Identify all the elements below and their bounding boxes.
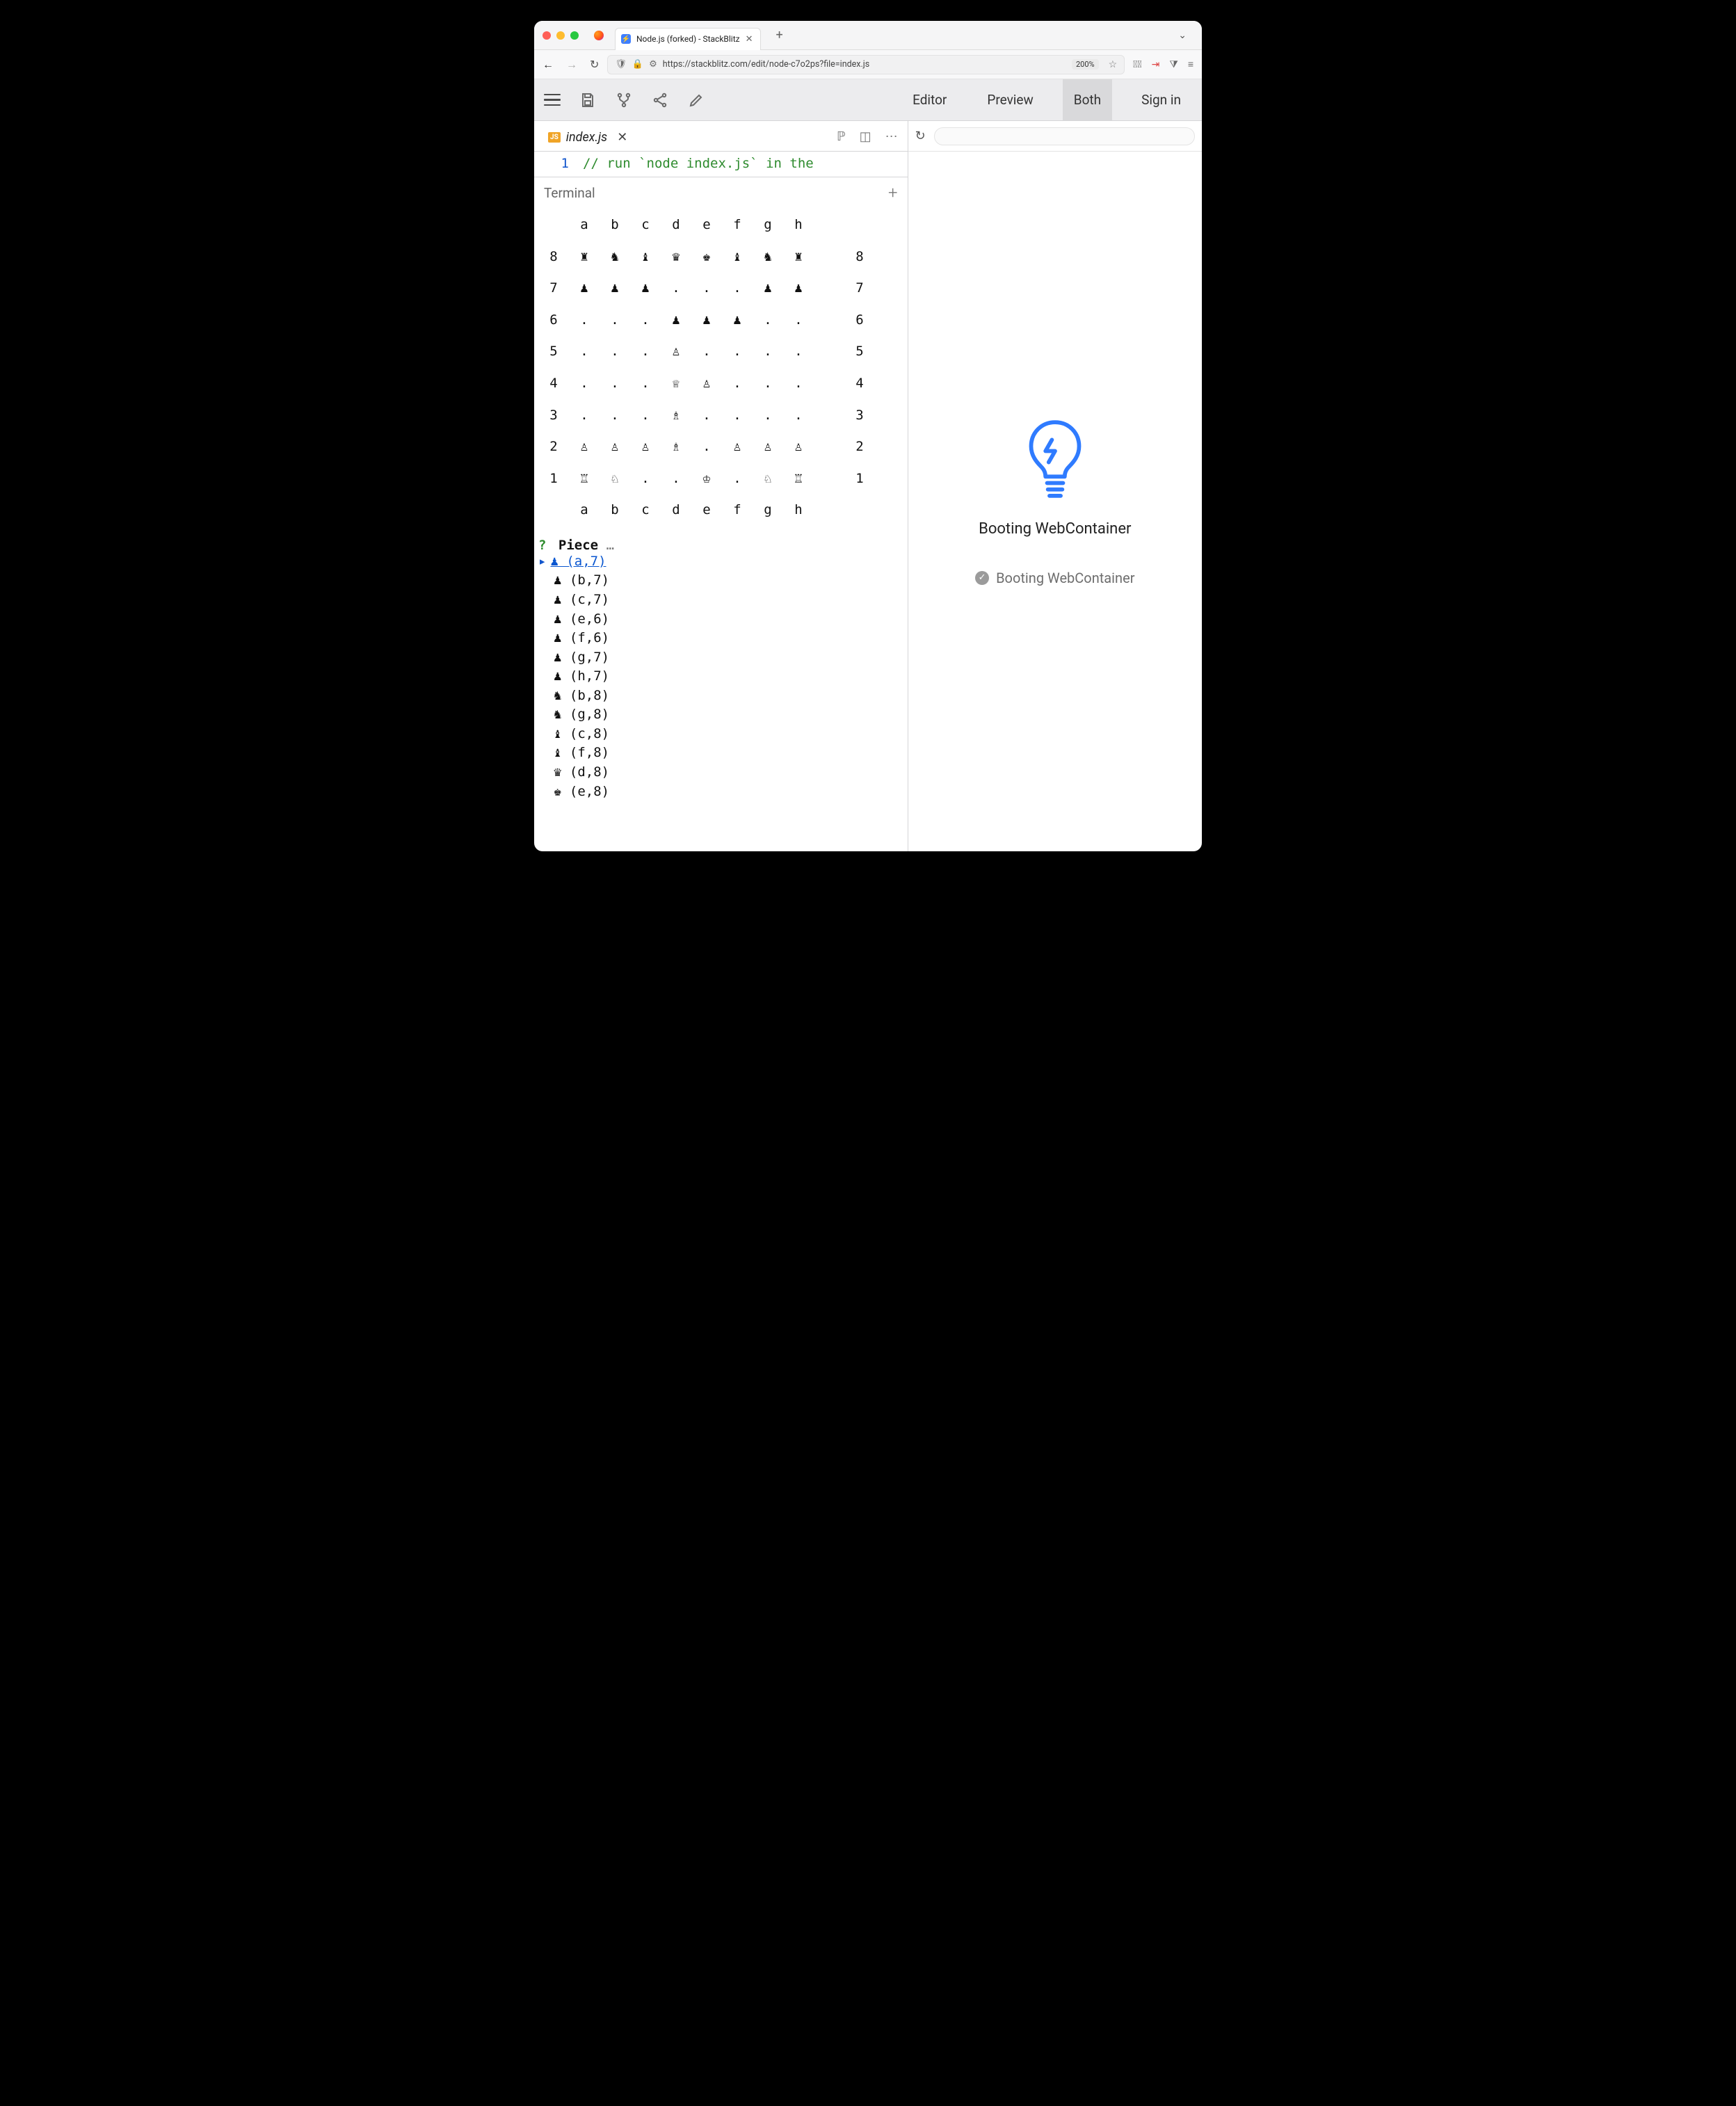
prettier-icon[interactable]: ℙ xyxy=(837,129,846,144)
prompt-label: Piece xyxy=(558,538,598,553)
piece-option[interactable]: ♚ (e,8) xyxy=(538,782,903,802)
reload-button[interactable]: ↻ xyxy=(590,58,599,72)
url-row: ← → ↻ 🛡 🔒 ⚙ https://stackblitz.com/edit/… xyxy=(534,50,1202,79)
app-header: Editor Preview Both Sign in xyxy=(534,79,1202,121)
board-row: 7♟♟♟...♟♟7 xyxy=(538,273,903,305)
boot-heading: Booting WebContainer xyxy=(979,520,1131,538)
board-row: 8♜♞♝♛♚♝♞♜8 xyxy=(538,241,903,273)
lock-icon[interactable]: 🔒 xyxy=(632,59,643,70)
save-icon[interactable] xyxy=(579,91,597,109)
fork-icon[interactable] xyxy=(615,91,633,109)
preview-toolbar: ↻ xyxy=(908,121,1202,152)
preview-pane: ↻ Booting WebContainer ✓ Booting WebCont… xyxy=(908,121,1202,851)
prompt-qmark-icon: ? xyxy=(538,538,546,553)
tab-both[interactable]: Both xyxy=(1063,79,1112,120)
firefox-icon xyxy=(593,29,605,42)
piece-option[interactable]: ♝ (c,8) xyxy=(538,725,903,744)
piece-option[interactable]: ♟ (b,7) xyxy=(538,571,903,590)
pocket-icon[interactable]: ⌄⃝ xyxy=(1133,59,1141,70)
forward-button[interactable]: → xyxy=(566,58,577,72)
menu-icon[interactable]: ≡ xyxy=(1188,58,1194,70)
url-text: https://stackblitz.com/edit/node-c7o2ps?… xyxy=(663,59,869,70)
line-number: 1 xyxy=(534,156,583,171)
tab-editor[interactable]: Editor xyxy=(901,79,958,120)
prompt-line: ? Piece … xyxy=(538,539,903,552)
more-icon[interactable]: ⋯ xyxy=(885,129,898,144)
extensions-icon[interactable]: ⧩ xyxy=(1169,59,1178,70)
new-tab-button[interactable]: + xyxy=(776,28,783,42)
bolt-icon: ⚡ xyxy=(621,34,631,44)
piece-option[interactable]: ♞ (g,8) xyxy=(538,705,903,725)
shield-icon[interactable]: 🛡 xyxy=(615,59,627,70)
board-row: 6...♟♟♟..6 xyxy=(538,305,903,337)
maximize-window-icon[interactable] xyxy=(570,31,579,40)
board-row: 4...♕♙...4 xyxy=(538,368,903,400)
browser-window: ⚡ Node.js (forked) - StackBlitz ✕ + ⌄ ← … xyxy=(534,21,1202,851)
piece-option[interactable]: ♟ (c,7) xyxy=(538,590,903,610)
boot-status-text: Booting WebContainer xyxy=(996,570,1134,586)
nav-arrows: ← → ↻ xyxy=(542,58,599,72)
piece-option[interactable]: ♟ (g,7) xyxy=(538,648,903,668)
permissions-icon[interactable]: ⚙ xyxy=(649,59,657,70)
js-badge-icon: JS xyxy=(548,132,561,143)
back-button[interactable]: ← xyxy=(542,58,554,72)
check-icon: ✓ xyxy=(975,571,989,585)
zoom-badge[interactable]: 200% xyxy=(1072,59,1099,70)
file-close-icon[interactable]: ✕ xyxy=(617,130,627,145)
tab-title: Node.js (forked) - StackBlitz xyxy=(636,34,740,44)
share-icon[interactable] xyxy=(651,91,669,109)
url-bar[interactable]: 🛡 🔒 ⚙ https://stackblitz.com/edit/node-c… xyxy=(607,55,1125,74)
editor-action-icons: ℙ ◫ ⋯ xyxy=(837,129,908,151)
code-text: // run `node index.js` in the xyxy=(583,156,814,171)
file-tab-indexjs[interactable]: JS index.js ✕ xyxy=(540,124,636,151)
split-editor-icon[interactable]: ◫ xyxy=(860,129,871,144)
terminal-header: Terminal + xyxy=(534,177,908,204)
new-terminal-icon[interactable]: + xyxy=(888,183,898,202)
board-row: 3...♗....3 xyxy=(538,400,903,432)
bookmark-icon[interactable]: ☆ xyxy=(1109,59,1118,70)
tab-preview[interactable]: Preview xyxy=(976,79,1044,120)
tab-overflow-icon[interactable]: ⌄ xyxy=(1171,30,1194,41)
preview-reload-icon[interactable]: ↻ xyxy=(915,129,926,143)
file-tab-row: JS index.js ✕ ℙ ◫ ⋯ xyxy=(534,121,908,152)
close-window-icon[interactable] xyxy=(542,31,551,40)
file-name: index.js xyxy=(566,130,607,145)
board-row: abcdefgh xyxy=(538,209,903,241)
piece-option[interactable]: ♝ (f,8) xyxy=(538,743,903,763)
piece-option[interactable]: ♟ (e,6) xyxy=(538,610,903,629)
board-row: 2♙♙♙♗.♙♙♙2 xyxy=(538,431,903,463)
terminal-title: Terminal xyxy=(544,185,595,201)
menu-hamburger-icon[interactable] xyxy=(544,94,561,106)
code-area[interactable]: 1 // run `node index.js` in the xyxy=(534,152,908,177)
container-icon[interactable]: ⇥ xyxy=(1152,59,1160,70)
edit-icon[interactable] xyxy=(687,91,705,109)
board-row: abcdefgh xyxy=(538,495,903,526)
board-row: 5...♙....5 xyxy=(538,336,903,368)
traffic-lights xyxy=(542,31,579,40)
browser-tab[interactable]: ⚡ Node.js (forked) - StackBlitz ✕ xyxy=(615,28,761,50)
main-split: JS index.js ✕ ℙ ◫ ⋯ 1 // run `node index… xyxy=(534,121,1202,851)
prompt-ellipsis: … xyxy=(606,538,614,553)
titlebar: ⚡ Node.js (forked) - StackBlitz ✕ + ⌄ xyxy=(534,21,1202,50)
board-row: 1♖♘..♔.♘♖1 xyxy=(538,463,903,495)
tab-close-icon[interactable]: ✕ xyxy=(746,34,753,45)
piece-option[interactable]: ♟ (h,7) xyxy=(538,667,903,686)
boot-status-row: ✓ Booting WebContainer xyxy=(975,570,1134,586)
piece-option[interactable]: ♟ (f,6) xyxy=(538,629,903,648)
preview-body: Booting WebContainer ✓ Booting WebContai… xyxy=(908,152,1202,851)
minimize-window-icon[interactable] xyxy=(556,31,565,40)
code-line-1: 1 // run `node index.js` in the xyxy=(534,152,908,177)
piece-option[interactable]: ♛ (d,8) xyxy=(538,763,903,782)
piece-option[interactable]: ♞ (b,8) xyxy=(538,686,903,706)
piece-option-list[interactable]: ▸♟ (a,7)♟ (b,7)♟ (c,7)♟ (e,6)♟ (f,6)♟ (g… xyxy=(538,552,903,801)
preview-url-input[interactable] xyxy=(934,127,1195,145)
piece-option[interactable]: ▸♟ (a,7) xyxy=(538,552,903,572)
browser-right-icons: ⌄⃝ ⇥ ⧩ ≡ xyxy=(1133,58,1194,70)
chess-board: abcdefgh8♜♞♝♛♚♝♞♜87♟♟♟...♟♟76...♟♟♟..65.… xyxy=(538,209,903,526)
sign-in-link[interactable]: Sign in xyxy=(1130,79,1192,120)
lightbulb-icon xyxy=(1023,417,1087,504)
terminal-output[interactable]: abcdefgh8♜♞♝♛♚♝♞♜87♟♟♟...♟♟76...♟♟♟..65.… xyxy=(534,204,908,811)
editor-pane: JS index.js ✕ ℙ ◫ ⋯ 1 // run `node index… xyxy=(534,121,908,851)
